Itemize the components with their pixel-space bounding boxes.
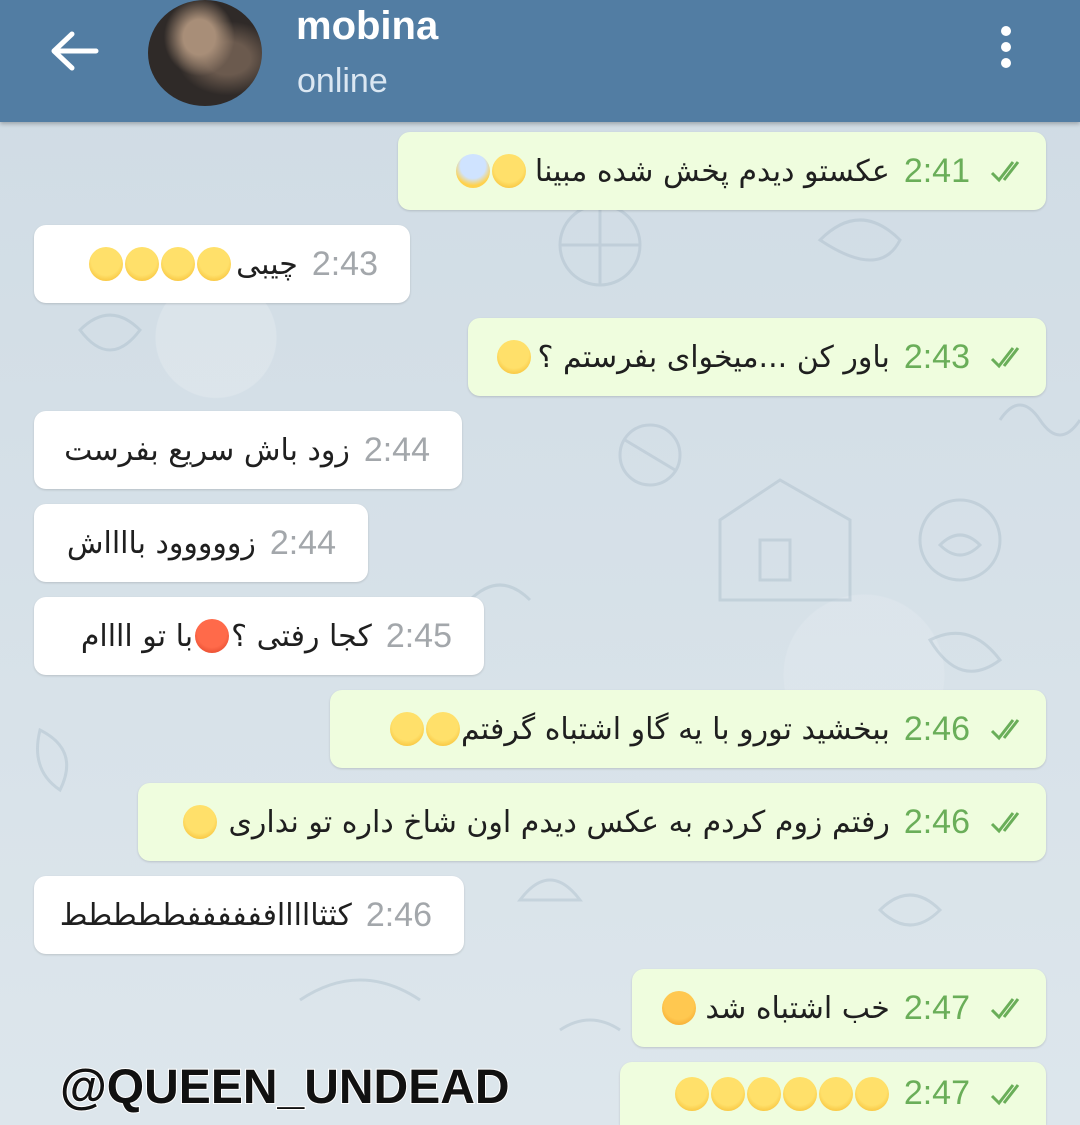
chat-header: mobina online [0, 0, 1080, 122]
double-check-icon [990, 719, 1020, 741]
frown-emoji-icon [183, 805, 218, 839]
message-text: عکستو دیدم پخش شده مبینا [534, 153, 890, 189]
message-text: چیبی [236, 246, 298, 282]
message-bubble-incoming[interactable]: 2:44 زود باش سریع بفرست [34, 411, 462, 489]
message-bubble-outgoing[interactable]: 2:41 عکستو دیدم پخش شده مبینا [398, 132, 1046, 210]
message-bubble-outgoing[interactable]: 2:46 رفتم زوم کردم به عکس دیدم اون شاخ د… [138, 783, 1046, 861]
message-time: 2:44 [363, 430, 430, 469]
double-check-icon [990, 161, 1020, 183]
message-bubble-incoming[interactable]: 2:45 کجا رفتی ؟ با تو اااام [34, 597, 484, 675]
message-time: 2:46 [365, 895, 432, 934]
rofl-emoji-icon [710, 1076, 745, 1111]
double-check-icon [990, 1083, 1020, 1105]
frown-emoji-icon [491, 154, 526, 188]
back-arrow-icon[interactable] [46, 28, 102, 74]
message-bubble-outgoing[interactable]: 2:46 ببخشید تورو با یه گاو اشتباه گرفتم [330, 690, 1046, 768]
message-text: باور کن ...میخوای بفرستم ؟ [537, 339, 890, 375]
message-time: 2:43 [903, 337, 970, 376]
watermark: @QUEEN_UNDEAD [59, 1060, 511, 1115]
message-text: زووووود بااااش [66, 525, 256, 561]
message-time: 2:43 [311, 244, 378, 283]
disappointed-emoji-icon [496, 340, 531, 374]
avatar[interactable] [148, 0, 262, 106]
emoji-group [389, 712, 461, 746]
emoji-group [674, 1076, 890, 1111]
emoji-group [455, 154, 527, 188]
flushed-emoji-icon [89, 247, 124, 281]
double-check-icon [990, 998, 1020, 1020]
flushed-emoji-icon [197, 247, 232, 281]
emoji-group [182, 805, 218, 839]
contact-status: online [297, 62, 388, 100]
message-time: 2:45 [385, 616, 452, 655]
double-check-icon [990, 347, 1020, 369]
angry-emoji-icon [195, 619, 230, 653]
message-bubble-incoming[interactable]: 2:46 کثثاااااففففففططططط [34, 876, 464, 954]
flushed-emoji-icon [161, 247, 196, 281]
message-time: 2:47 [903, 1074, 970, 1112]
message-bubble-incoming[interactable]: 2:44 زووووود بااااش [34, 504, 368, 582]
more-options-icon[interactable] [996, 26, 1016, 76]
emoji-group [496, 340, 532, 374]
message-text: کثثاااااففففففططططط [59, 897, 352, 933]
message-bubble-outgoing[interactable]: 2:43 باور کن ...میخوای بفرستم ؟ [468, 318, 1046, 396]
joy-emoji-icon [389, 712, 424, 746]
message-time: 2:46 [903, 709, 970, 748]
rofl-emoji-icon [854, 1076, 889, 1111]
message-bubble-incoming[interactable]: 2:43 چیبی [34, 225, 410, 303]
scream-emoji-icon [455, 154, 490, 188]
message-time: 2:47 [903, 988, 970, 1027]
message-text: زود باش سریع بفرست [64, 432, 350, 468]
rofl-emoji-icon [782, 1076, 817, 1111]
rofl-emoji-icon [674, 1076, 709, 1111]
persevere-emoji-icon [662, 991, 697, 1025]
message-text: خب اشتباه شد [705, 990, 890, 1026]
message-text: کجا رفتی ؟ [231, 618, 372, 654]
emoji-group [661, 991, 697, 1025]
emoji-group [88, 247, 232, 281]
double-check-icon [990, 812, 1020, 834]
message-time: 2:44 [269, 523, 336, 562]
flushed-emoji-icon [125, 247, 160, 281]
rofl-emoji-icon [746, 1076, 781, 1111]
contact-name[interactable]: mobina [296, 4, 438, 49]
message-text-continued: با تو اااام [80, 618, 194, 654]
message-bubble-outgoing[interactable]: 2:47 خب اشتباه شد [632, 969, 1046, 1047]
message-time: 2:41 [903, 151, 970, 190]
message-bubble-outgoing[interactable]: 2:47 [620, 1062, 1046, 1125]
message-text: رفتم زوم کردم به عکس دیدم اون شاخ داره ت… [228, 804, 890, 840]
rofl-emoji-icon [818, 1076, 853, 1111]
grin-emoji-icon [425, 712, 460, 746]
message-text: ببخشید تورو با یه گاو اشتباه گرفتم [460, 711, 890, 747]
message-time: 2:46 [903, 802, 970, 841]
